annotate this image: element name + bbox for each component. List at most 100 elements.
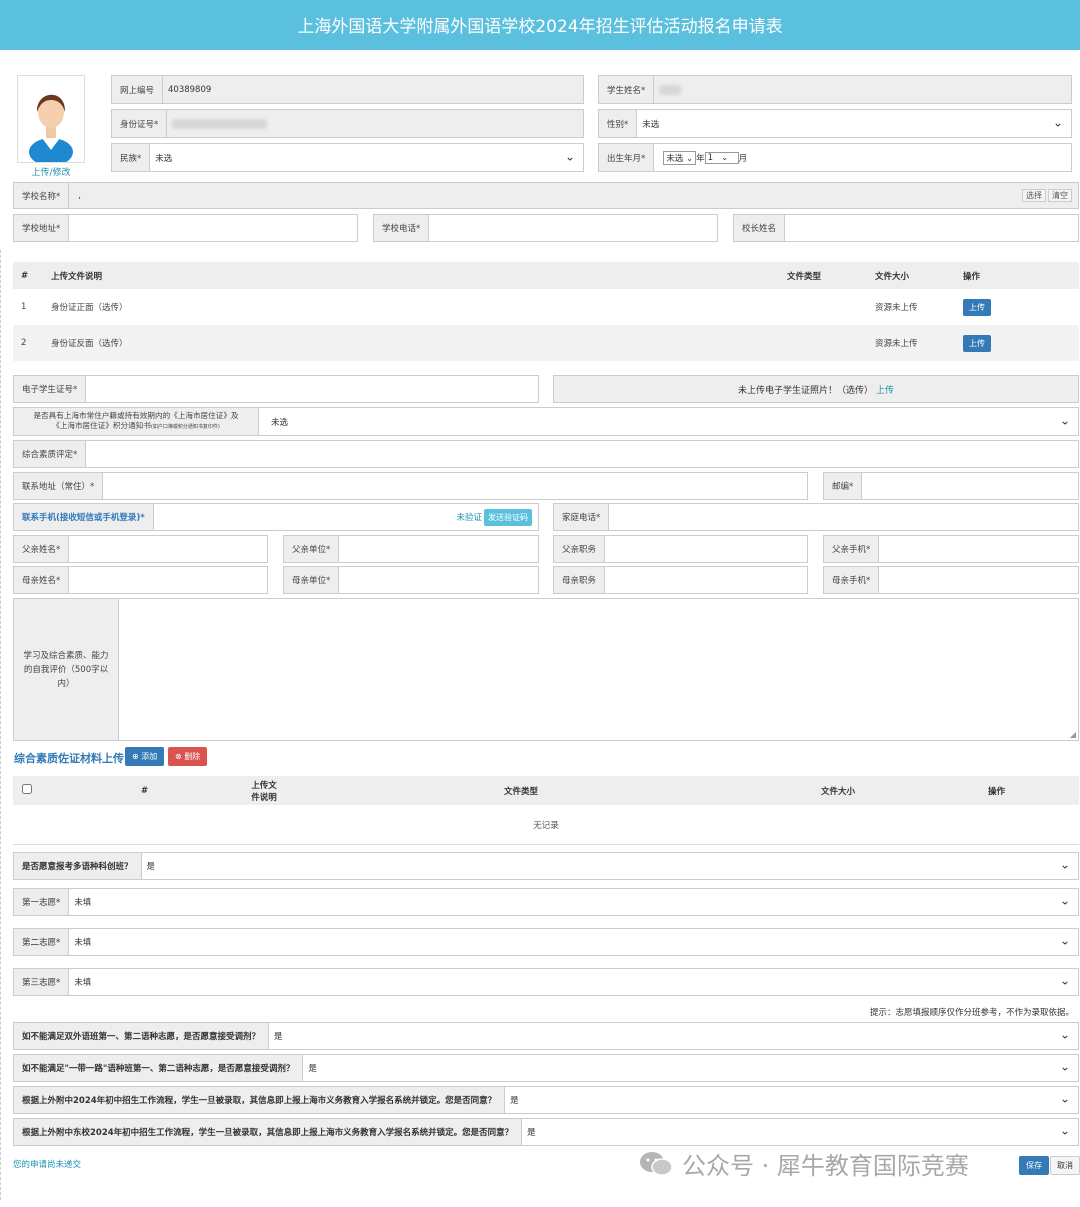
- mobile-field[interactable]: 联系手机(接收短信或手机登录)* 未验证 发送验证码: [13, 503, 539, 531]
- agree1-select[interactable]: 根据上外附中2024年初中招生工作流程，学生一旦被录取，其信息即上报上海市义务教…: [13, 1086, 1079, 1114]
- postcode-input[interactable]: [862, 473, 1078, 499]
- choice1-select[interactable]: 第一志愿* 未填: [13, 888, 1079, 916]
- father-unit-input[interactable]: [339, 536, 538, 562]
- quality-input[interactable]: [86, 441, 1078, 467]
- agree2-value[interactable]: 是: [522, 1119, 1078, 1145]
- id-card-value[interactable]: [167, 110, 583, 137]
- mother-unit-input[interactable]: [339, 567, 538, 593]
- self-eval-field[interactable]: 学习及综合素质、能力的自我评价（500字以内） ◢: [13, 598, 1079, 741]
- school-clear-button[interactable]: 清空: [1048, 189, 1072, 202]
- father-name-input[interactable]: [69, 536, 267, 562]
- student-card-field[interactable]: 电子学生证号*: [13, 375, 539, 403]
- home-phone-label: 家庭电话*: [554, 504, 610, 530]
- resize-handle-icon[interactable]: ◢: [1070, 730, 1076, 739]
- student-name-value[interactable]: [654, 76, 1071, 103]
- father-name-field[interactable]: 父亲姓名*: [13, 535, 268, 563]
- send-code-button[interactable]: 发送验证码: [484, 508, 532, 526]
- student-card-input[interactable]: [86, 376, 538, 402]
- multi-lang-select[interactable]: 是否愿意报考多语种科创班？ 是: [13, 852, 1079, 880]
- student-card-photo-text: 未上传电子学生证照片！（选传）: [738, 385, 874, 396]
- id-files-table: # 上传文件说明 文件类型 文件大小 操作 1 身份证正面（选传） 资源未上传 …: [13, 262, 1079, 361]
- ethnicity-select[interactable]: 民族* 未选: [111, 143, 584, 172]
- adjust2-select[interactable]: 如不能满足"一带一路"语种班第一、第二语种志愿，是否愿意接受调剂？ 是: [13, 1054, 1079, 1082]
- residence-value[interactable]: 未选: [259, 408, 1078, 435]
- father-phone-field[interactable]: 父亲手机*: [823, 535, 1079, 563]
- mother-name-field[interactable]: 母亲姓名*: [13, 566, 268, 594]
- plus-circle-icon: ⊕: [132, 752, 139, 761]
- mother-name-input[interactable]: [69, 567, 267, 593]
- agree1-label: 根据上外附中2024年初中招生工作流程，学生一旦被录取，其信息即上报上海市义务教…: [14, 1087, 506, 1113]
- save-button[interactable]: 保存: [1019, 1156, 1049, 1175]
- cancel-button[interactable]: 取消: [1050, 1156, 1080, 1175]
- self-eval-label: 学习及综合素质、能力的自我评价（500字以内）: [14, 599, 119, 740]
- mother-job-input[interactable]: [605, 567, 807, 593]
- agree1-value[interactable]: 是: [505, 1087, 1078, 1113]
- choice2-value[interactable]: 未填: [69, 929, 1078, 955]
- quality-label: 综合素质评定*: [14, 441, 87, 467]
- gender-value[interactable]: 未选: [637, 110, 1071, 137]
- address-input[interactable]: [103, 473, 807, 499]
- home-phone-input[interactable]: [609, 504, 1078, 530]
- residence-select[interactable]: 是否具有上海市常住户籍或持有效期内的《上海市居住证》及 《上海市居住证》积分通知…: [13, 407, 1079, 436]
- quality-field[interactable]: 综合素质评定*: [13, 440, 1079, 468]
- materials-table: # 上传文件说明 文件类型 文件大小 操作 无记录: [13, 776, 1079, 845]
- adjust1-value[interactable]: 是: [269, 1023, 1078, 1049]
- row-action: 上传: [955, 325, 1079, 361]
- id-card-label: 身份证号*: [112, 110, 168, 137]
- materials-title: 综合素质佐证材料上传: [14, 752, 124, 765]
- agree2-select[interactable]: 根据上外附中东校2024年初中招生工作流程，学生一旦被录取，其信息即上报上海市义…: [13, 1118, 1079, 1146]
- father-unit-field[interactable]: 父亲单位*: [283, 535, 539, 563]
- school-phone-label: 学校电话*: [374, 215, 430, 241]
- wechat-icon: [640, 1151, 673, 1176]
- home-phone-field[interactable]: 家庭电话*: [553, 503, 1079, 531]
- mother-phone-input[interactable]: [879, 567, 1078, 593]
- father-job-input[interactable]: [605, 536, 807, 562]
- school-select-button[interactable]: 选择: [1022, 189, 1046, 202]
- row-type: [779, 289, 867, 325]
- choice2-select[interactable]: 第二志愿* 未填: [13, 928, 1079, 956]
- principal-label: 校长姓名: [734, 215, 786, 241]
- father-phone-label: 父亲手机*: [824, 536, 880, 562]
- ethnicity-value[interactable]: 未选: [150, 144, 583, 171]
- avatar[interactable]: [17, 75, 85, 166]
- choice3-value[interactable]: 未填: [69, 969, 1078, 995]
- school-name-field[interactable]: 学校名称* , 选择 清空: [13, 182, 1079, 209]
- mat-col-size: 文件大小: [762, 776, 914, 805]
- delete-material-button[interactable]: ⊗ 删除: [168, 747, 208, 766]
- principal-input[interactable]: [785, 215, 1078, 241]
- father-phone-input[interactable]: [879, 536, 1078, 562]
- choice1-value[interactable]: 未填: [69, 889, 1078, 915]
- upload-id-front-button[interactable]: 上传: [963, 298, 991, 316]
- upload-id-back-button[interactable]: 上传: [963, 334, 991, 352]
- adjust1-select[interactable]: 如不能满足双外语班第一、第二语种志愿，是否愿意接受调剂？ 是: [13, 1022, 1079, 1050]
- school-phone-field[interactable]: 学校电话*: [373, 214, 718, 242]
- postcode-field[interactable]: 邮编*: [823, 472, 1079, 500]
- files-col-size: 文件大小: [867, 262, 955, 289]
- select-all-checkbox[interactable]: [22, 784, 32, 794]
- school-addr-input[interactable]: [69, 215, 357, 241]
- mat-col-no: #: [41, 776, 248, 805]
- adjust2-value[interactable]: 是: [303, 1055, 1078, 1081]
- id-card-field[interactable]: 身份证号*: [111, 109, 584, 138]
- mother-phone-field[interactable]: 母亲手机*: [823, 566, 1079, 594]
- self-eval-textarea[interactable]: ◢: [119, 599, 1078, 740]
- school-addr-field[interactable]: 学校地址*: [13, 214, 358, 242]
- birth-year-select[interactable]: 未选 ⌄: [663, 150, 697, 165]
- address-field[interactable]: 联系地址（常住）*: [13, 472, 808, 500]
- principal-field[interactable]: 校长姓名: [733, 214, 1079, 242]
- father-job-field[interactable]: 父亲职务: [553, 535, 808, 563]
- school-name-value[interactable]: , 选择 清空: [69, 183, 1078, 208]
- birth-month-select[interactable]: 1 ⌄: [704, 151, 739, 164]
- mobile-input[interactable]: 未验证 发送验证码: [153, 504, 538, 530]
- school-phone-input[interactable]: [429, 215, 717, 241]
- student-name-field[interactable]: 学生姓名*: [598, 75, 1072, 104]
- mother-job-field[interactable]: 母亲职务: [553, 566, 808, 594]
- mother-unit-field[interactable]: 母亲单位*: [283, 566, 539, 594]
- student-card-upload-link[interactable]: 上传: [876, 383, 894, 396]
- add-material-button[interactable]: ⊕ 添加: [125, 747, 165, 766]
- multi-lang-value[interactable]: 是: [141, 853, 1078, 879]
- gender-select[interactable]: 性别* 未选: [598, 109, 1072, 138]
- row-no: 2: [13, 325, 43, 361]
- choice3-select[interactable]: 第三志愿* 未填: [13, 968, 1079, 996]
- avatar-upload-link[interactable]: 上传/修改: [17, 165, 85, 178]
